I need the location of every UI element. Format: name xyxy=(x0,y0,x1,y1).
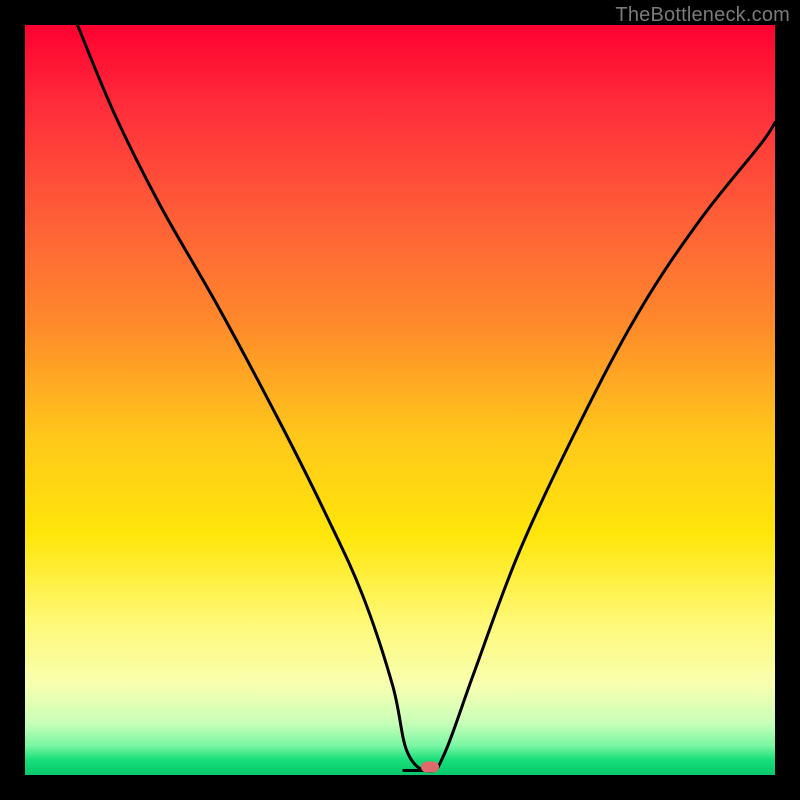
bottleneck-curve xyxy=(78,25,776,771)
plot-area xyxy=(25,25,775,775)
chart-frame: TheBottleneck.com xyxy=(0,0,800,800)
curve-svg xyxy=(25,25,775,775)
optimal-point-marker xyxy=(421,761,439,772)
watermark-text: TheBottleneck.com xyxy=(615,4,790,27)
